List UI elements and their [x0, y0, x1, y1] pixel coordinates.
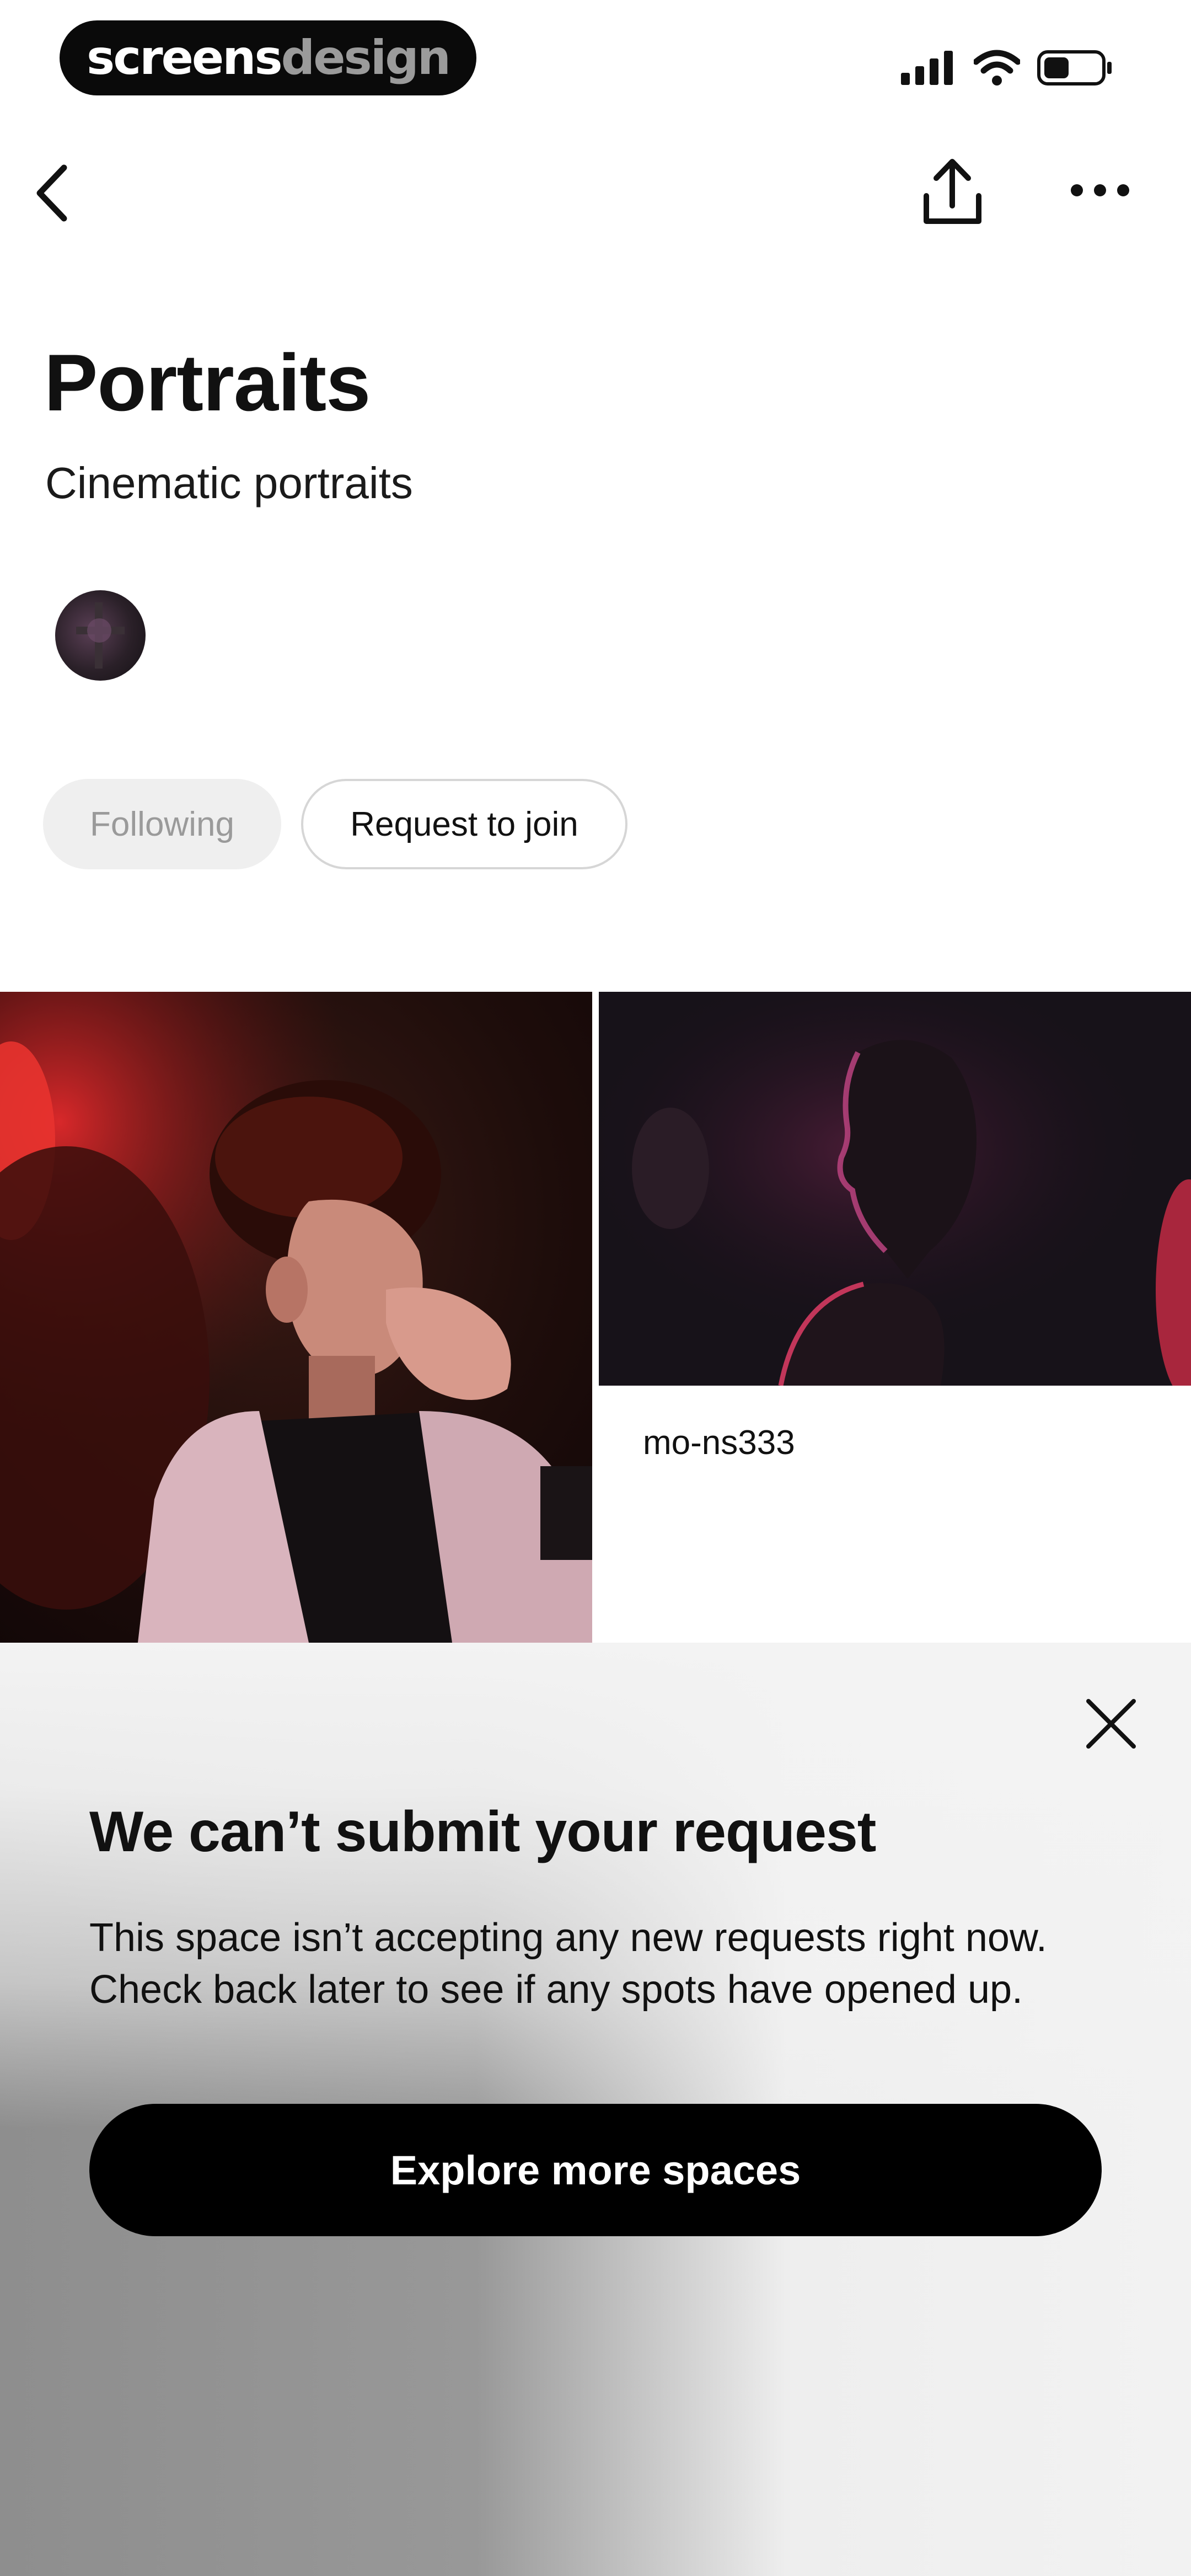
silhouette-photo-image — [599, 992, 1191, 1386]
sheet-title: We can’t submit your request — [89, 1800, 876, 1864]
portrait-photo-image — [0, 992, 592, 1643]
sheet-body-line-2: Check back later to see if any spots hav… — [89, 1968, 1023, 2012]
page-title: Portraits — [44, 338, 371, 427]
grid-photo-silhouette[interactable] — [599, 992, 1191, 1386]
more-icon[interactable] — [1067, 177, 1133, 204]
explore-more-spaces-button[interactable]: Explore more spaces — [89, 2104, 1102, 2236]
back-chevron-icon[interactable] — [29, 160, 78, 226]
brand-logo-primary: screens — [87, 30, 283, 85]
share-icon[interactable] — [921, 157, 984, 226]
page-subtitle: Cinematic portraits — [45, 458, 413, 507]
grid-photo-portrait[interactable] — [0, 992, 592, 1643]
request-to-join-button[interactable]: Request to join — [301, 779, 627, 869]
sheet-body: This space isn’t accepting any new reque… — [89, 1912, 1126, 2016]
close-icon[interactable] — [1081, 1693, 1141, 1754]
avatar-image — [76, 602, 125, 669]
avatar[interactable] — [55, 590, 146, 681]
wifi-icon — [974, 50, 1020, 85]
following-button[interactable]: Following — [43, 779, 281, 869]
grid-item-caption[interactable]: mo-ns333 — [643, 1423, 795, 1462]
battery-icon — [1037, 50, 1112, 85]
sheet-backdrop — [0, 1643, 1191, 2128]
brand-logo-secondary: design — [281, 30, 451, 85]
brand-logo: screens design — [60, 20, 476, 95]
signal-icon — [901, 51, 953, 85]
status-bar: screens design — [0, 0, 1191, 116]
sheet-body-line-1: This space isn’t accepting any new reque… — [89, 1916, 1047, 1960]
